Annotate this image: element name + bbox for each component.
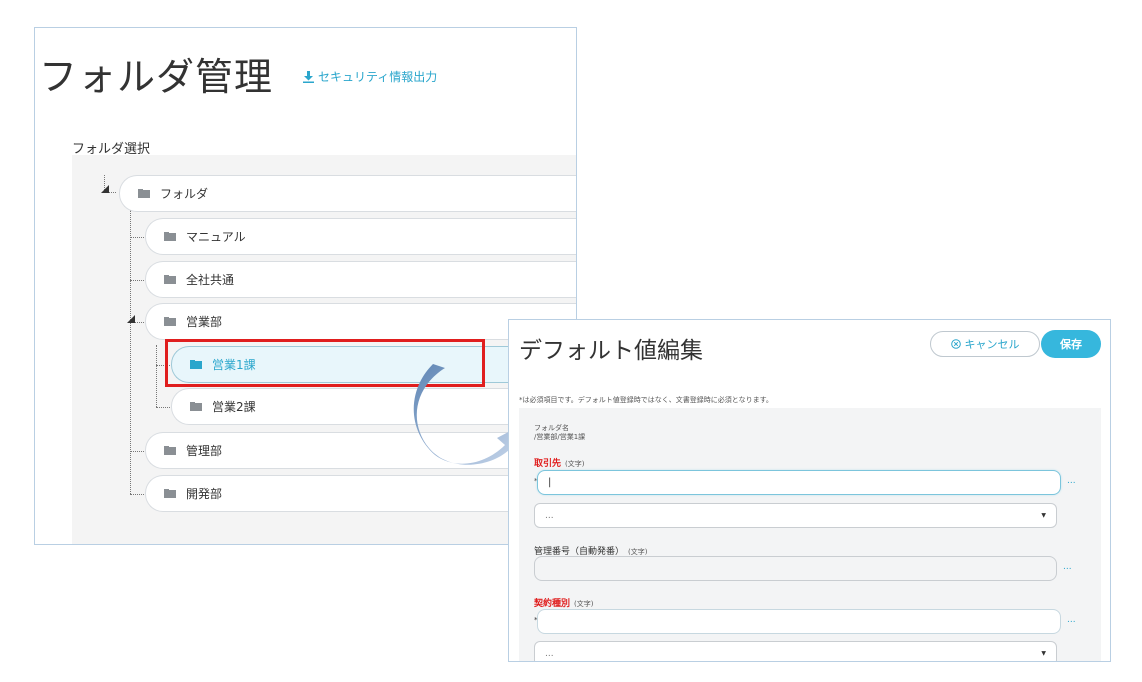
folder-icon: [164, 489, 176, 498]
folder-icon: [190, 402, 202, 411]
client-input[interactable]: |: [537, 470, 1061, 495]
form-area: フォルダ名 /営業部/営業1課 取引先 (文字) * | ... ... ▼ 管理…: [519, 408, 1101, 661]
folder-icon: [190, 360, 202, 369]
field-label-text: 契約種別: [534, 599, 571, 609]
field-label-contract-type: 契約種別 (文字): [534, 596, 593, 609]
tree-node-label: 開発部: [186, 487, 223, 501]
tree-node-label: マニュアル: [186, 230, 246, 244]
field-type: (文字): [628, 548, 648, 556]
cancel-circle-icon: [950, 339, 961, 349]
folder-icon: [164, 232, 176, 241]
select-value: ...: [545, 510, 554, 521]
cancel-button[interactable]: キャンセル: [930, 331, 1040, 357]
save-button[interactable]: 保存: [1041, 330, 1101, 358]
tree-node-manual[interactable]: マニュアル: [145, 218, 576, 255]
field-type: (文字): [574, 600, 594, 608]
folder-icon: [164, 275, 176, 284]
client-select[interactable]: ... ▼: [534, 503, 1057, 528]
cancel-button-label: キャンセル: [964, 338, 1020, 351]
contract-type-more-button[interactable]: ...: [1067, 615, 1076, 625]
client-more-button[interactable]: ...: [1067, 476, 1076, 486]
required-note: *は必須項目です。デフォルト値登録時ではなく、文書登録時に必須となります。: [519, 396, 773, 404]
folder-icon: [164, 446, 176, 455]
chevron-down-icon: ▼: [1041, 650, 1046, 657]
folder-icon: [164, 317, 176, 326]
chevron-down-icon: ▼: [1041, 512, 1046, 519]
collapse-arrow-icon[interactable]: [101, 185, 109, 193]
export-link-label: セキュリティ情報出力: [318, 70, 438, 84]
page-title: フォルダ管理: [39, 55, 274, 99]
select-value: ...: [545, 648, 554, 659]
tree-node-label: 営業2課: [212, 400, 256, 414]
tree-node-company-common[interactable]: 全社共通: [145, 261, 576, 298]
tree-node-label: 管理部: [186, 444, 223, 458]
download-icon: [303, 70, 314, 83]
field-label-text: 取引先: [534, 459, 562, 469]
management-number-input[interactable]: [534, 556, 1057, 581]
tree-node-label: 営業部: [186, 315, 223, 329]
field-label-client: 取引先 (文字): [534, 456, 584, 469]
folder-tree: フォルダ マニュアル 全社共通 営業部 営業1課 営業2課 管理部 開発部: [72, 155, 576, 544]
field-type: (文字): [565, 460, 585, 468]
dialog-title: デフォルト値編集: [519, 338, 703, 364]
collapse-arrow-icon[interactable]: [127, 315, 135, 323]
contract-type-select[interactable]: ... ▼: [534, 641, 1057, 661]
tree-node-label: フォルダ: [160, 187, 209, 201]
tree-node-label: 全社共通: [186, 273, 235, 287]
contract-type-input[interactable]: [537, 609, 1061, 634]
tree-node-root[interactable]: フォルダ: [119, 175, 576, 212]
folder-path: /営業部/営業1課: [534, 433, 586, 441]
export-security-info-link[interactable]: セキュリティ情報出力: [303, 68, 437, 85]
default-value-edit-dialog: デフォルト値編集 キャンセル 保存 *は必須項目です。デフォルト値登録時ではなく…: [508, 319, 1111, 662]
management-number-more-button[interactable]: ...: [1063, 562, 1072, 572]
folder-icon: [138, 189, 150, 198]
tree-node-label: 営業1課: [212, 358, 256, 372]
